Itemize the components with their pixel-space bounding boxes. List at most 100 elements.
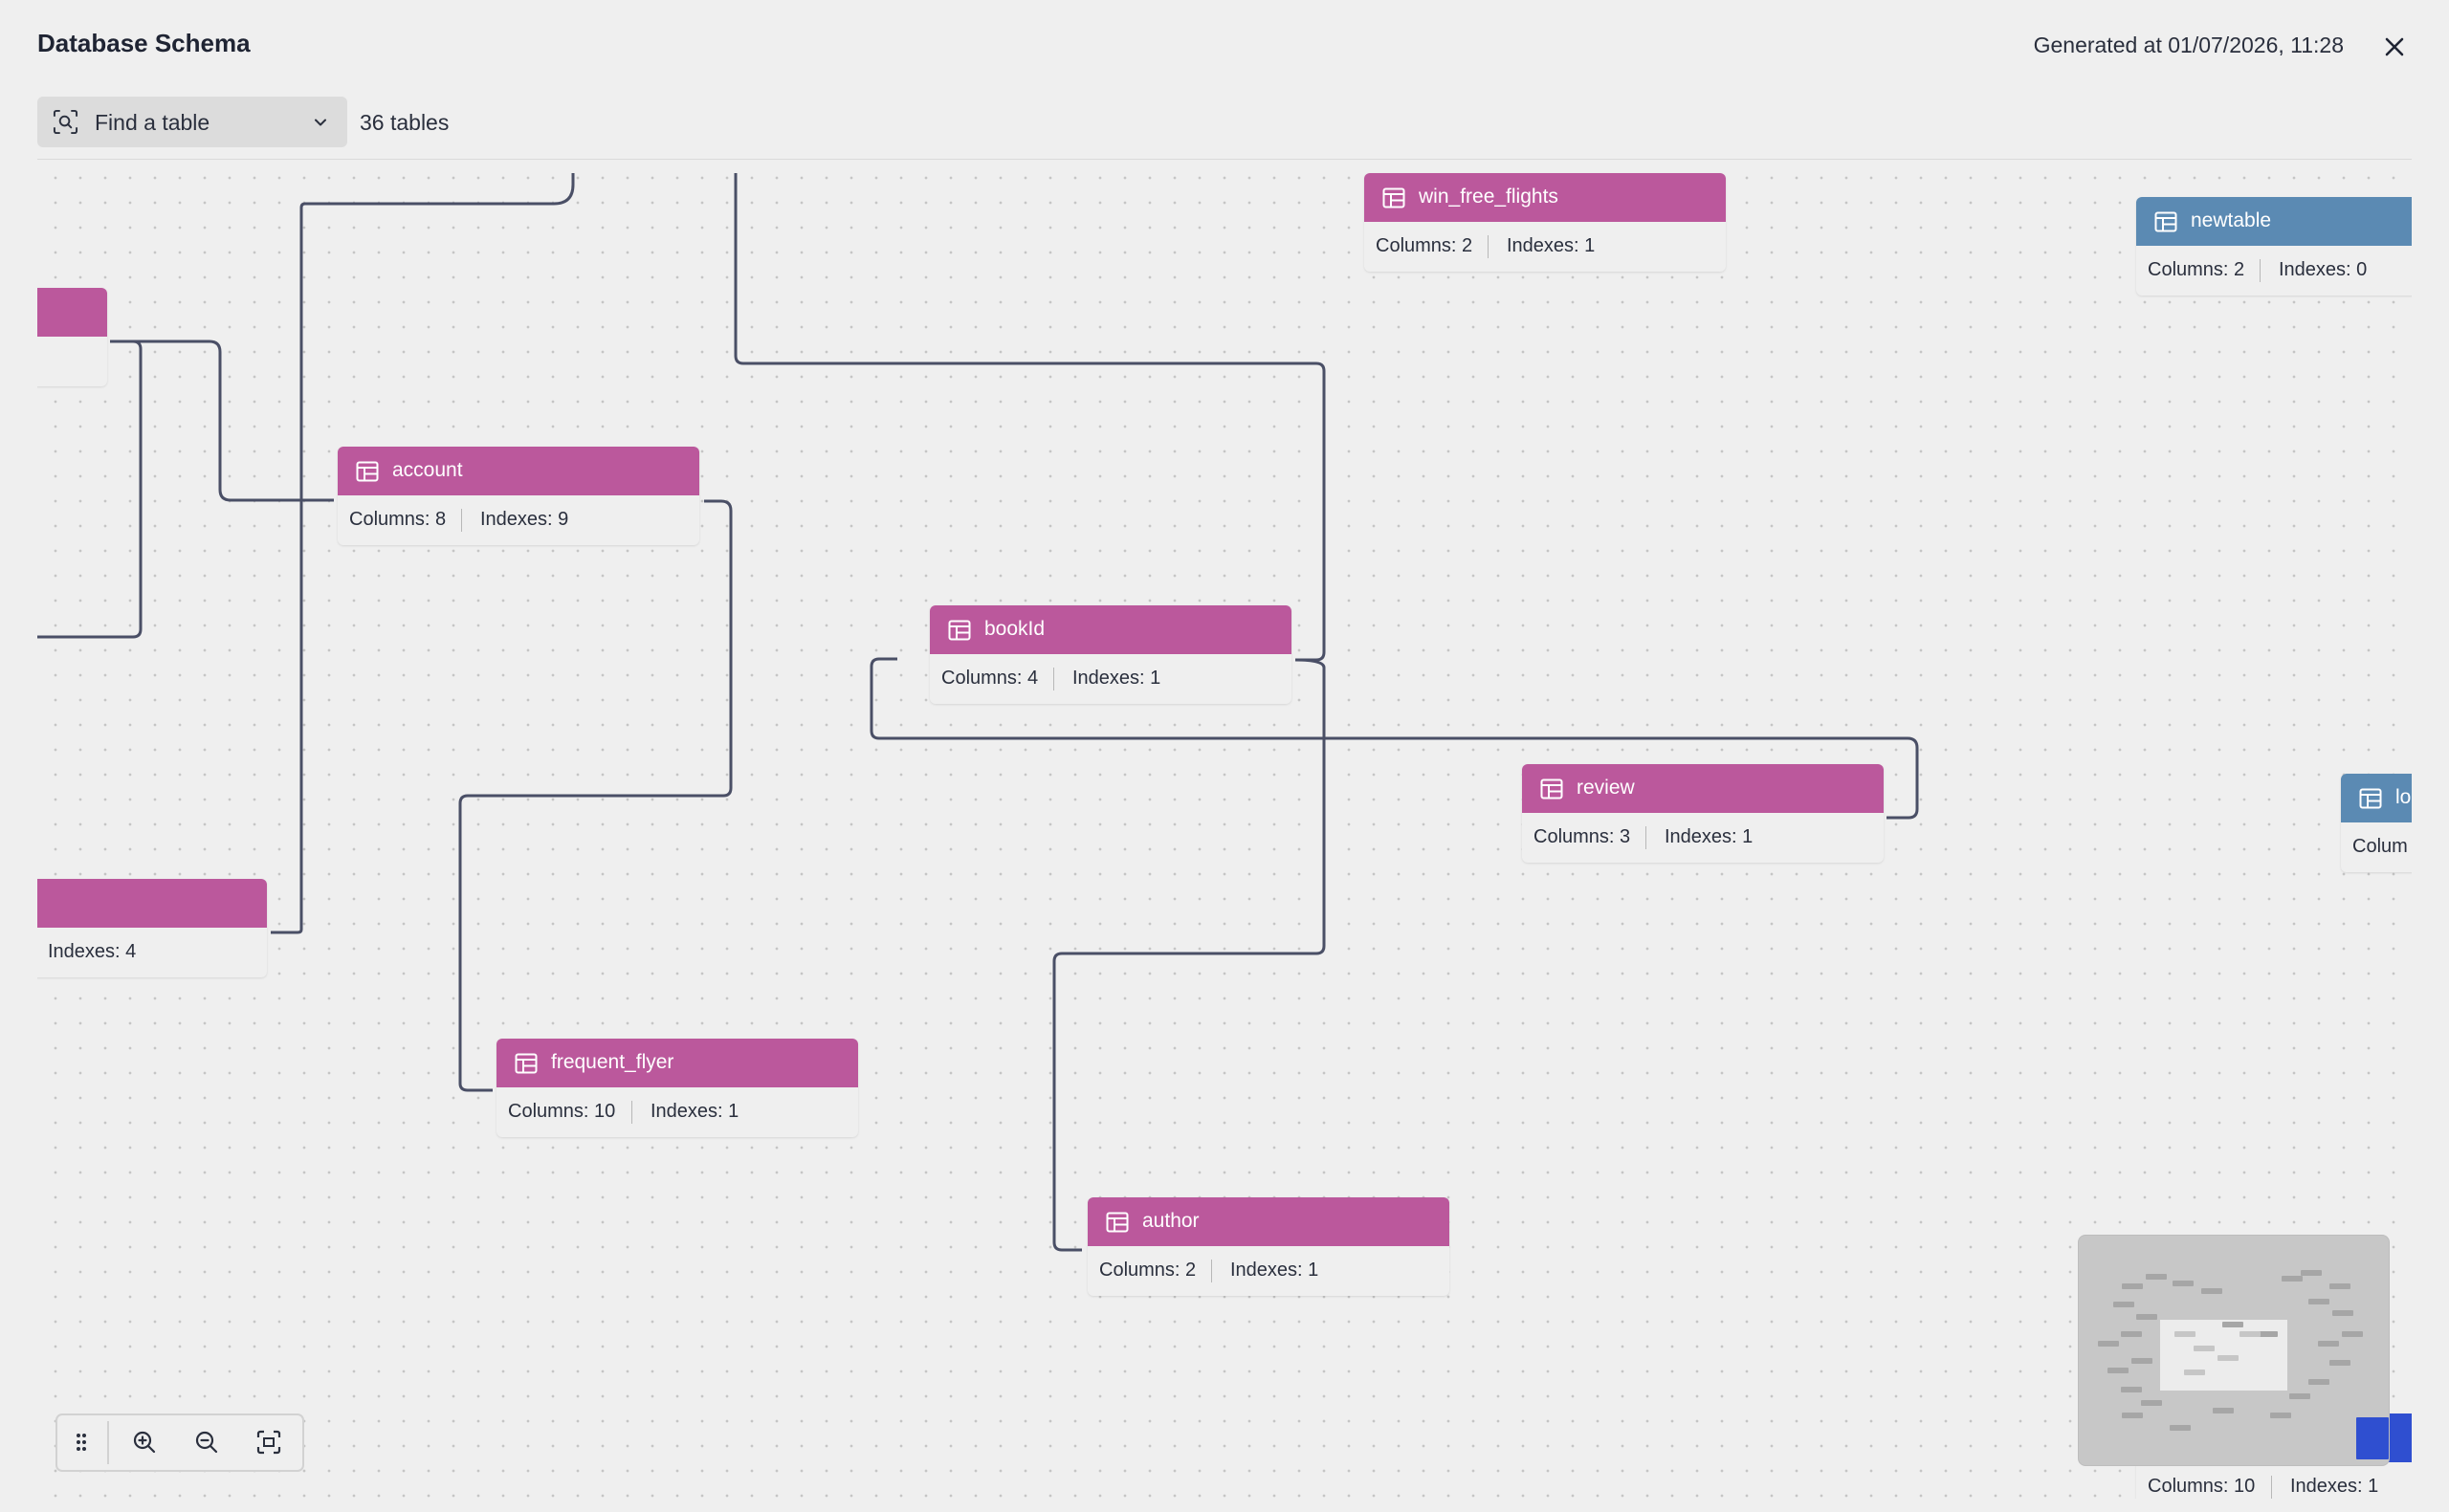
minimap-node <box>2222 1322 2243 1327</box>
zoom-out-button[interactable] <box>183 1415 231 1470</box>
table-node-body: Columns: 10 Indexes: 1 <box>2136 1462 2412 1499</box>
relation-edge <box>458 499 733 1092</box>
stat-separator <box>2260 259 2261 282</box>
table-icon <box>515 1053 538 1074</box>
minimap-node <box>2318 1341 2339 1347</box>
minimap-node <box>2098 1341 2119 1347</box>
stat-separator <box>631 1101 632 1124</box>
find-table-placeholder: Find a table <box>95 110 210 135</box>
scan-search-icon <box>53 109 78 135</box>
relation-edge <box>734 173 1326 662</box>
table-icon <box>2154 211 2177 232</box>
table-columns: Columns: 2 <box>1376 235 1473 256</box>
minimap-node <box>2332 1310 2353 1316</box>
table-columns: Columns: 10 <box>2148 1476 2256 1497</box>
table-icon <box>948 620 971 641</box>
table-name: bookId <box>984 618 1046 640</box>
minimap-node <box>2146 1274 2167 1280</box>
table-name: account <box>392 459 463 481</box>
close-button[interactable] <box>2380 33 2409 61</box>
table-name: lo <box>2395 786 2412 808</box>
table-node-header <box>37 879 267 928</box>
fit-view-icon <box>256 1430 281 1455</box>
minimap-node <box>2356 1417 2389 1459</box>
table-indexes: Indexes: 0 <box>2279 259 2368 280</box>
zoom-in-button[interactable] <box>121 1415 168 1470</box>
controls-divider <box>107 1421 109 1464</box>
table-columns: Columns: 2 <box>2148 259 2245 280</box>
minimap-node <box>2201 1288 2222 1294</box>
table-indexes: Indexes: 1 <box>2290 1476 2379 1497</box>
generated-timestamp: Generated at 01/07/2026, 11:28 <box>2033 33 2344 57</box>
table-node-body: Columns: 2 Indexes: 1 <box>1364 222 1726 272</box>
relation-edge <box>271 494 303 934</box>
table-columns: Columns: 4 <box>941 668 1039 689</box>
table-icon <box>1106 1212 1129 1233</box>
minimap-node <box>2170 1425 2191 1431</box>
relation-edge <box>1052 658 1326 1252</box>
fit-view-button[interactable] <box>245 1415 293 1470</box>
zoom-in-icon <box>133 1431 156 1454</box>
minimap-node <box>2342 1331 2363 1337</box>
table-node-account[interactable]: account Columns: 8 Indexes: 9 <box>338 447 699 545</box>
minimap-node <box>2194 1346 2215 1351</box>
table-node-frequent_flyer[interactable]: frequent_flyer Columns: 10 Indexes: 1 <box>496 1039 858 1137</box>
table-node-newtable[interactable]: newtable Columns: 2 Indexes: 0 <box>2136 197 2412 296</box>
table-node-header: frequent_flyer <box>496 1039 858 1087</box>
table-node-header: newtable <box>2136 197 2412 246</box>
minimap-node <box>2282 1276 2303 1282</box>
table-node-partial[interactable] <box>37 288 107 386</box>
table-node-partial[interactable]: Indexes: 4 <box>37 879 267 977</box>
drag-handle[interactable] <box>57 1415 105 1470</box>
table-node-author[interactable]: author Columns: 2 Indexes: 1 <box>1088 1197 1449 1296</box>
table-icon <box>1540 778 1563 800</box>
minimap-node <box>2121 1387 2142 1392</box>
minimap-node <box>2308 1299 2329 1304</box>
minimap-node <box>2121 1331 2142 1337</box>
minimap-node <box>2301 1270 2322 1276</box>
table-node-body: Indexes: 4 <box>37 928 267 977</box>
table-name: newtable <box>2191 209 2272 231</box>
table-node-body: Columns: 2 Indexes: 0 <box>2136 246 2412 296</box>
table-node-body: Colum <box>2341 822 2412 872</box>
table-node-body: Columns: 8 Indexes: 9 <box>338 495 699 545</box>
table-node-header: author <box>1088 1197 1449 1246</box>
find-table-dropdown[interactable]: Find a table <box>37 97 347 147</box>
minimap-node <box>2270 1413 2291 1418</box>
table-indexes: Indexes: 4 <box>48 941 137 962</box>
table-node-win_free_flights[interactable]: win_free_flights Columns: 2 Indexes: 1 <box>1364 173 1726 272</box>
minimap-node <box>2107 1368 2129 1373</box>
table-name: win_free_flights <box>1419 186 1558 208</box>
table-node-partial-right[interactable]: lo Colum <box>2341 774 2412 872</box>
table-columns: Columns: 8 <box>349 509 447 530</box>
table-icon <box>2359 788 2382 809</box>
chevron-down-icon <box>315 119 326 126</box>
table-indexes: Indexes: 1 <box>1665 826 1754 847</box>
table-icon <box>1382 187 1405 208</box>
minimap-node <box>2122 1283 2143 1289</box>
minimap-node <box>2213 1408 2234 1413</box>
table-name: frequent_flyer <box>551 1051 674 1073</box>
stat-separator <box>1211 1260 1212 1282</box>
table-node-body: Columns: 2 Indexes: 1 <box>1088 1246 1449 1296</box>
canvas-controls <box>55 1413 304 1472</box>
table-name: review <box>1577 777 1635 799</box>
table-indexes: Indexes: 1 <box>1230 1260 1319 1281</box>
table-node-header: review <box>1522 764 1884 813</box>
table-icon <box>356 461 379 482</box>
minimap[interactable] <box>2078 1235 2390 1466</box>
minimap-node <box>2131 1358 2152 1364</box>
table-node-header: lo <box>2341 774 2412 822</box>
table-node-bookId[interactable]: bookId Columns: 4 Indexes: 1 <box>930 605 1291 704</box>
table-count: 36 tables <box>360 110 450 135</box>
header: Database Schema Generated at 01/07/2026,… <box>0 0 2449 96</box>
schema-canvas[interactable]: Indexes: 4 win_free_flights Columns: 2 I… <box>37 160 2412 1499</box>
table-node-header <box>37 288 107 337</box>
stat-separator <box>2271 1476 2272 1499</box>
table-node-review[interactable]: review Columns: 3 Indexes: 1 <box>1522 764 1884 863</box>
table-node-header: win_free_flights <box>1364 173 1726 222</box>
minimap-node <box>2122 1413 2143 1418</box>
table-node-header: account <box>338 447 699 495</box>
stat-separator <box>461 509 462 532</box>
stat-separator <box>1488 235 1489 258</box>
